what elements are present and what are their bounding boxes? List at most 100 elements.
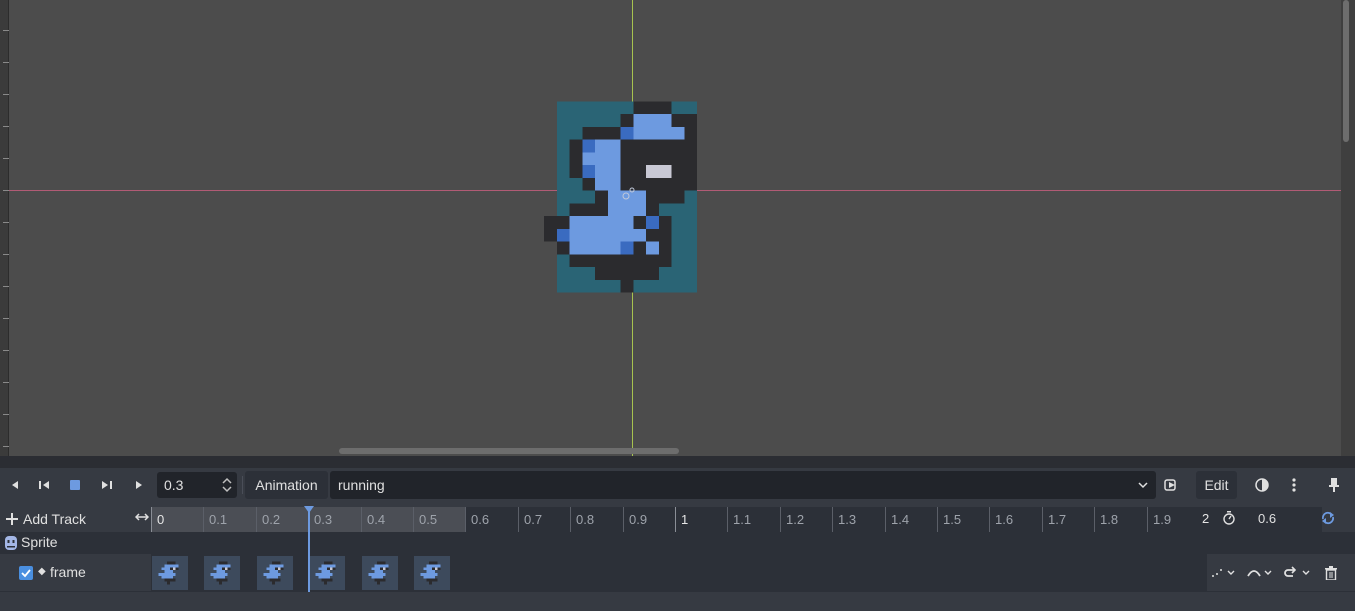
ruler-tick: [3, 222, 9, 223]
ruler-tick-label: 1: [675, 507, 688, 532]
ruler-tick-label: 1.2: [780, 507, 804, 532]
playhead-line[interactable]: [308, 506, 310, 592]
add-track-label: Add Track: [23, 511, 87, 527]
ruler-tick-label: 0.4: [361, 507, 385, 532]
ruler-tick-label: 1.3: [832, 507, 856, 532]
keyframe[interactable]: [309, 556, 346, 590]
horizontal-scrollbar-thumb[interactable]: [339, 448, 679, 454]
play-backwards-button[interactable]: [0, 472, 30, 498]
timeline-end-label: 2: [1202, 511, 1210, 526]
pin-button[interactable]: [1319, 472, 1349, 498]
stop-icon: [70, 480, 80, 490]
stop-button[interactable]: [60, 472, 90, 498]
ruler-tick-label: 1.8: [1094, 507, 1118, 532]
spin-arrows-icon[interactable]: [220, 476, 234, 494]
add-track-button[interactable]: Add Track: [6, 509, 86, 529]
keyframe-thumbnail-icon: [211, 561, 231, 585]
animation-menu-button[interactable]: Animation: [245, 471, 328, 499]
ruler-tick: [3, 318, 9, 319]
ruler-tick: [3, 414, 9, 415]
current-time-spinbox[interactable]: [157, 472, 237, 498]
ruler-tick-label: 1.4: [885, 507, 909, 532]
play-from-start-button[interactable]: [92, 472, 122, 498]
keyframe-thumbnail-icon: [315, 561, 336, 585]
ruler-tick: [3, 158, 9, 159]
loop-wrap-mode-dropdown[interactable]: [1283, 566, 1313, 580]
ruler-tick-label: 0.9: [623, 507, 647, 532]
ruler-tick-label: 0.8: [570, 507, 594, 532]
ruler-tick-label: 1.5: [937, 507, 961, 532]
keyframe[interactable]: [414, 556, 450, 590]
keyframe[interactable]: [152, 556, 188, 590]
onion-skinning-button[interactable]: [1247, 472, 1277, 498]
keyframe[interactable]: [361, 556, 398, 590]
pivot-icon[interactable]: [618, 184, 640, 204]
animation-select-value: running: [338, 477, 385, 493]
animation-toolbar: Animation running Edit: [0, 468, 1355, 501]
ruler-tick-label: 0.6: [465, 507, 489, 532]
ruler-tick-label: 1.7: [1042, 507, 1066, 532]
ruler-tick: [3, 62, 9, 63]
skip-forward-icon: [102, 481, 112, 489]
track-editor: Add Track 0 0.1 0.2 0.3 0.4 0.5 0.6 0.7 0.8 0.9 1 1…: [0, 501, 1355, 611]
chevron-down-icon: [1138, 482, 1148, 489]
timer-icon: [1223, 511, 1235, 525]
ruler-tick: [3, 126, 9, 127]
panel-splitter[interactable]: [0, 456, 1355, 468]
track-enabled-checkbox[interactable]: [19, 566, 33, 580]
current-time-input[interactable]: [157, 472, 217, 498]
ruler-tick-label: 0: [151, 507, 164, 532]
ruler-tick-label: 1.9: [1147, 507, 1171, 532]
ruler-tick-label: 1.1: [727, 507, 751, 532]
interpolation-mode-dropdown[interactable]: [1246, 566, 1276, 580]
ruler-tick-label: 0.7: [518, 507, 542, 532]
ruler-tick: [3, 350, 9, 351]
autoplay-on-load-button[interactable]: [1157, 472, 1187, 498]
keyframe-thumbnail-icon: [420, 561, 441, 585]
keyframe[interactable]: [256, 556, 293, 590]
ruler-tick: [3, 286, 9, 287]
ruler-tick: [3, 94, 9, 95]
sprite-node-icon: [5, 536, 17, 550]
play-button[interactable]: [124, 472, 154, 498]
animation-length-value[interactable]: 0.6: [1258, 511, 1276, 526]
skip-back-icon: [39, 481, 49, 489]
autoplay-icon: [1164, 479, 1176, 491]
plus-icon: [6, 513, 18, 525]
playhead-marker-icon[interactable]: [304, 506, 314, 514]
vertical-ruler: [0, 0, 9, 460]
pin-icon: [1329, 478, 1339, 492]
canvas-viewport[interactable]: [0, 0, 1355, 460]
onion-skin-icon: [1255, 478, 1269, 492]
ruler-tick-label: 0.1: [203, 507, 227, 532]
ruler-tick: [3, 254, 9, 255]
check-icon: [21, 569, 31, 578]
play-backwards-icon: [12, 481, 18, 489]
keyframe-thumbnail-icon: [263, 561, 284, 585]
ruler-tick-label: 1.6: [989, 507, 1013, 532]
loop-icon[interactable]: [1320, 510, 1336, 526]
track-property-name: frame: [50, 564, 86, 580]
kebab-menu-icon: [1292, 478, 1296, 492]
vertical-scrollbar-thumb[interactable]: [1343, 0, 1349, 142]
ruler-tick-label: 0.2: [256, 507, 280, 532]
fit-width-icon[interactable]: [135, 511, 149, 523]
ruler-tick-label: 0.5: [413, 507, 437, 532]
key-type-icon: ◆: [38, 566, 46, 577]
animation-select[interactable]: running: [330, 471, 1156, 499]
play-icon: [136, 481, 142, 489]
keyframe-thumbnail-icon: [368, 561, 389, 585]
more-options-button[interactable]: [1279, 472, 1309, 498]
keyframe[interactable]: [204, 556, 241, 590]
ruler-tick: [3, 382, 9, 383]
edit-button[interactable]: Edit: [1196, 471, 1237, 499]
track-tools: [1207, 554, 1355, 592]
ruler-tick: [3, 30, 9, 31]
trash-icon[interactable]: [1324, 566, 1338, 580]
play-backwards-from-end-button[interactable]: [29, 472, 59, 498]
node-name: Sprite: [21, 534, 58, 550]
node-track-group[interactable]: Sprite: [0, 532, 1355, 554]
toolbar-separator: [242, 476, 243, 494]
update-mode-dropdown[interactable]: [1211, 566, 1237, 580]
keyframe-thumbnail-icon: [158, 561, 179, 585]
